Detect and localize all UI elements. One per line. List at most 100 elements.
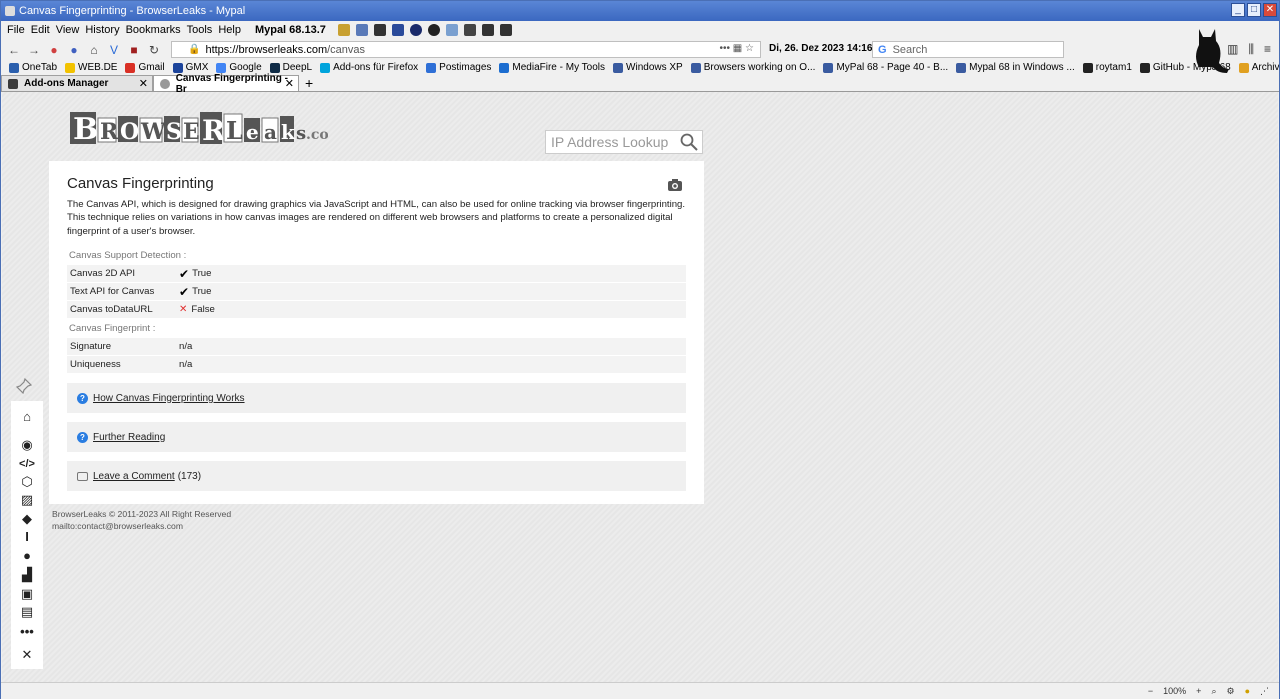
ball-icon[interactable] xyxy=(427,24,440,36)
hexagon-icon[interactable]: ⬡ xyxy=(18,474,36,490)
menu-edit[interactable]: Edit xyxy=(31,24,50,36)
puzzle-icon[interactable] xyxy=(499,24,512,36)
forward-icon[interactable]: → xyxy=(27,43,41,57)
title-bar: Canvas Fingerprinting - BrowserLeaks - M… xyxy=(1,1,1279,21)
url-text[interactable]: https://browserleaks.com/canvas xyxy=(205,44,365,56)
zoom-out-icon[interactable]: − xyxy=(1148,686,1153,696)
home-icon[interactable]: ⌂ xyxy=(87,43,101,57)
bookmark-label: Browsers working on O... xyxy=(703,62,816,73)
image-icon[interactable]: ▨ xyxy=(18,492,36,508)
camera-icon[interactable] xyxy=(668,179,682,191)
close-tab-icon[interactable]: ✕ xyxy=(139,77,148,90)
svg-text:R: R xyxy=(202,114,226,146)
library-icon[interactable]: ⫼ xyxy=(1248,42,1254,57)
document-icon[interactable] xyxy=(355,24,368,36)
bookmark-item[interactable]: Add-ons für Firefox xyxy=(320,62,418,73)
close-button[interactable]: ✕ xyxy=(1263,3,1277,17)
hamburger-menu-icon[interactable]: ≡ xyxy=(1264,42,1271,57)
footer-mail-link[interactable]: mailto:contact@browserleaks.com xyxy=(52,520,231,532)
bookmark-item[interactable]: Windows XP xyxy=(613,62,683,73)
menu-tools[interactable]: Tools xyxy=(187,24,213,36)
cube-icon[interactable]: ◆ xyxy=(18,511,36,527)
more-icon[interactable]: ••• xyxy=(18,624,36,640)
pin-icon[interactable] xyxy=(16,378,32,394)
code-icon[interactable]: </> xyxy=(18,456,36,472)
new-tab-button[interactable]: + xyxy=(305,76,313,91)
terminal-icon[interactable] xyxy=(373,24,386,36)
save-icon[interactable] xyxy=(391,24,404,36)
further-reading-link[interactable]: Further Reading xyxy=(93,432,165,443)
bookmark-item[interactable]: Browsers working on O... xyxy=(690,62,816,73)
page-actions-icon[interactable]: ••• xyxy=(720,43,731,54)
bookmark-item[interactable]: Archive Extractor xyxy=(1238,62,1279,73)
minimize-button[interactable]: _ xyxy=(1231,3,1245,17)
circle-app-icon[interactable] xyxy=(409,24,422,36)
url-bar[interactable]: 🔒 https://browserleaks.com/canvas ••• ▦ … xyxy=(171,41,761,58)
bookmark-star-icon[interactable]: ☆ xyxy=(745,43,754,54)
ip-lookup-placeholder: IP Address Lookup xyxy=(551,134,669,150)
further-reading-section[interactable]: ? Further Reading xyxy=(67,422,686,452)
v-extension-icon[interactable]: V xyxy=(107,43,121,57)
bookmark-favicon-icon xyxy=(613,62,624,73)
back-icon[interactable]: ← xyxy=(7,43,21,57)
bookmark-item[interactable]: MyPal 68 - Page 40 - B... xyxy=(823,62,948,73)
menu-help[interactable]: Help xyxy=(218,24,241,36)
leave-comment-link[interactable]: Leave a Comment xyxy=(93,471,175,482)
tab-canvas-fingerprinting[interactable]: Canvas Fingerprinting - Br ✕ xyxy=(153,73,299,95)
gear-icon[interactable]: ⚙ xyxy=(1226,686,1234,697)
menu-history[interactable]: History xyxy=(85,24,119,36)
bookmark-item[interactable]: DeepL xyxy=(269,62,312,73)
tools-icon[interactable]: ✕ xyxy=(18,647,36,663)
browser-window: Canvas Fingerprinting - BrowserLeaks - M… xyxy=(0,0,1280,699)
location-pin-icon[interactable]: ● xyxy=(18,548,36,564)
wifi-signal-icon[interactable]: ◉ xyxy=(18,437,36,453)
lock-icon[interactable]: ▣ xyxy=(18,586,36,602)
settings-gear-icon[interactable] xyxy=(463,24,476,36)
menu-file[interactable]: File xyxy=(7,24,25,36)
search-icon[interactable] xyxy=(680,133,698,151)
bookmark-item[interactable]: roytam1 xyxy=(1082,62,1132,73)
reload-icon[interactable]: ↻ xyxy=(147,43,161,57)
comments-section[interactable]: Leave a Comment (173) xyxy=(67,461,686,491)
svg-text:a: a xyxy=(264,120,277,144)
ip-lookup-input[interactable]: IP Address Lookup xyxy=(545,130,703,154)
footer-copyright: BrowserLeaks © 2011-2023 All Right Reser… xyxy=(52,509,232,519)
search-bar[interactable]: G Search xyxy=(872,41,1064,58)
menu-view[interactable]: View xyxy=(56,24,80,36)
bookmark-item[interactable]: GMX xyxy=(172,62,208,73)
bookmark-item[interactable]: Google xyxy=(216,62,262,73)
bookmark-item[interactable]: Mypal 68 in Windows ... xyxy=(956,62,1075,73)
text-cursor-icon[interactable]: I xyxy=(18,529,36,545)
firewall-icon[interactable]: ▤ xyxy=(18,604,36,620)
notes-icon[interactable] xyxy=(337,24,350,36)
extension-icon[interactable]: ● xyxy=(67,43,81,57)
how-it-works-link[interactable]: How Canvas Fingerprinting Works xyxy=(93,393,245,404)
bookmark-item[interactable]: Postimages xyxy=(426,62,491,73)
ublock-icon[interactable]: ■ xyxy=(127,43,141,57)
screen-icon[interactable] xyxy=(445,24,458,36)
browserleaks-logo[interactable]: B R O W S E R L e a k s .com xyxy=(68,106,328,146)
bookmark-item[interactable]: MediaFire - My Tools xyxy=(499,62,605,73)
close-tab-icon[interactable]: ✕ xyxy=(285,77,294,90)
how-it-works-section[interactable]: ? How Canvas Fingerprinting Works xyxy=(67,383,686,413)
home-icon[interactable]: ⌂ xyxy=(18,409,36,425)
zoom-in-icon[interactable]: + xyxy=(1196,686,1201,696)
bookmark-favicon-icon xyxy=(956,62,967,73)
extension-icon[interactable]: ● xyxy=(47,43,61,57)
web-content: B R O W S E R L e a k s .com IP Address … xyxy=(2,92,1278,682)
lock-icon[interactable]: 🔒 xyxy=(188,44,200,55)
wrench-icon[interactable] xyxy=(481,24,494,36)
menu-bookmarks[interactable]: Bookmarks xyxy=(126,24,181,36)
bookmark-favicon-icon xyxy=(426,62,437,73)
bookmark-item[interactable]: WEB.DE xyxy=(65,62,117,73)
maximize-button[interactable]: □ xyxy=(1247,3,1261,17)
tab-addons-manager[interactable]: Add-ons Manager ✕ xyxy=(1,75,153,91)
lightbulb-icon[interactable]: ● xyxy=(1245,686,1250,696)
bookmark-item[interactable]: Gmail xyxy=(125,62,165,73)
stairs-icon[interactable]: ▟ xyxy=(18,567,36,583)
resize-grip-icon[interactable]: ⋰ xyxy=(1260,686,1269,697)
bookmark-label: WEB.DE xyxy=(78,62,118,73)
magnifier-icon[interactable]: ⌕ xyxy=(1211,686,1216,697)
zoom-level[interactable]: 100% xyxy=(1163,686,1186,696)
bookmark-item[interactable]: OneTab xyxy=(9,62,57,73)
